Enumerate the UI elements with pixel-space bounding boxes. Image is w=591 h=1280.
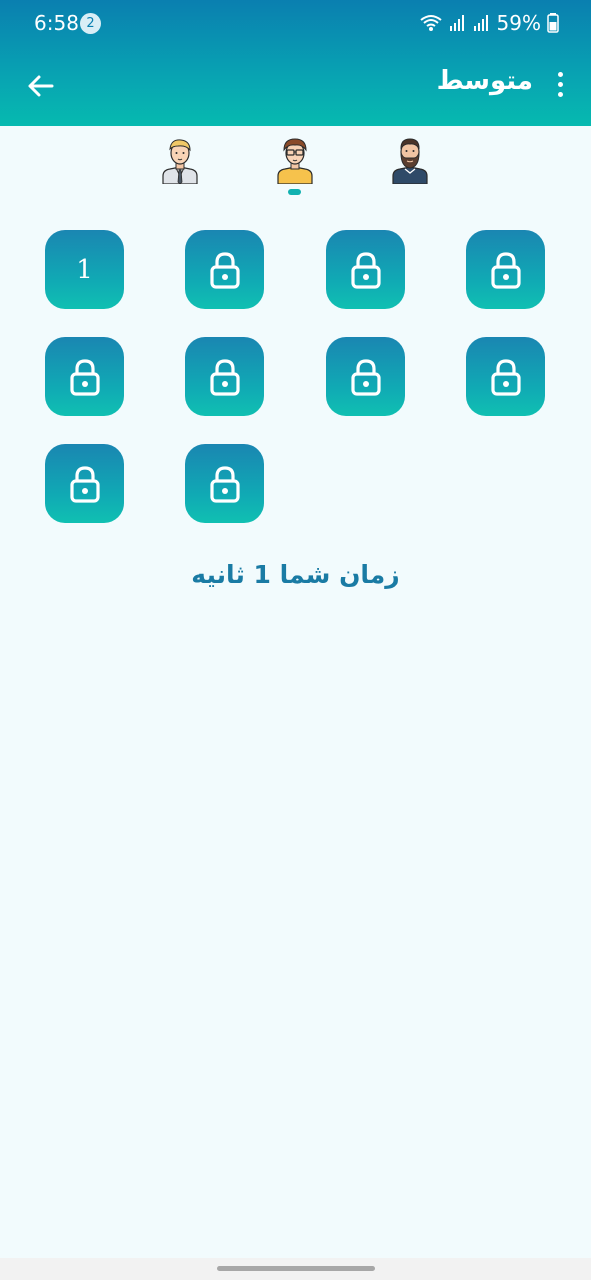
lock-icon <box>350 251 381 289</box>
status-bar: 6:58 2 59% <box>0 0 591 46</box>
level-tile-locked[interactable] <box>466 337 545 416</box>
signal-icon <box>449 15 464 31</box>
avatar-businessman[interactable] <box>160 136 200 184</box>
level-tile-locked[interactable] <box>185 230 264 309</box>
lock-icon <box>490 251 521 289</box>
notification-count-badge: 2 <box>80 13 101 34</box>
battery-icon <box>547 13 559 33</box>
status-icons: 59% <box>419 11 559 35</box>
page-title: متوسط <box>436 66 533 96</box>
lock-icon <box>209 465 240 503</box>
avatar-glasses-man[interactable] <box>275 136 315 184</box>
level-tile-locked[interactable] <box>185 444 264 523</box>
toolbar: متوسط <box>0 46 591 126</box>
system-nav-bar <box>0 1258 591 1280</box>
lock-icon <box>350 358 381 396</box>
back-arrow-icon[interactable] <box>22 68 58 104</box>
level-tile-1[interactable]: 1 <box>45 230 124 309</box>
level-tile-locked[interactable] <box>326 230 405 309</box>
lock-icon <box>69 465 100 503</box>
lock-icon <box>209 358 240 396</box>
selected-avatar-indicator <box>288 189 301 195</box>
battery-percent: 59% <box>496 11 541 35</box>
level-number: 1 <box>76 254 93 285</box>
signal-icon-2 <box>473 15 488 31</box>
avatar-selector <box>0 130 591 200</box>
lock-icon <box>490 358 521 396</box>
app-bar: 6:58 2 59% متوسط <box>0 0 591 126</box>
avatar-bearded-man[interactable] <box>390 136 430 184</box>
lock-icon <box>69 358 100 396</box>
level-tile-locked[interactable] <box>466 230 545 309</box>
lock-icon <box>209 251 240 289</box>
more-options-icon[interactable] <box>553 72 567 100</box>
elapsed-time-text: زمان شما 1 ثانیه <box>191 560 400 589</box>
level-tile-locked[interactable] <box>45 337 124 416</box>
wifi-icon <box>419 15 442 31</box>
home-gesture-bar[interactable] <box>217 1266 375 1271</box>
status-time: 6:58 <box>34 11 79 35</box>
level-tile-locked[interactable] <box>185 337 264 416</box>
level-tile-locked[interactable] <box>326 337 405 416</box>
level-tile-locked[interactable] <box>45 444 124 523</box>
